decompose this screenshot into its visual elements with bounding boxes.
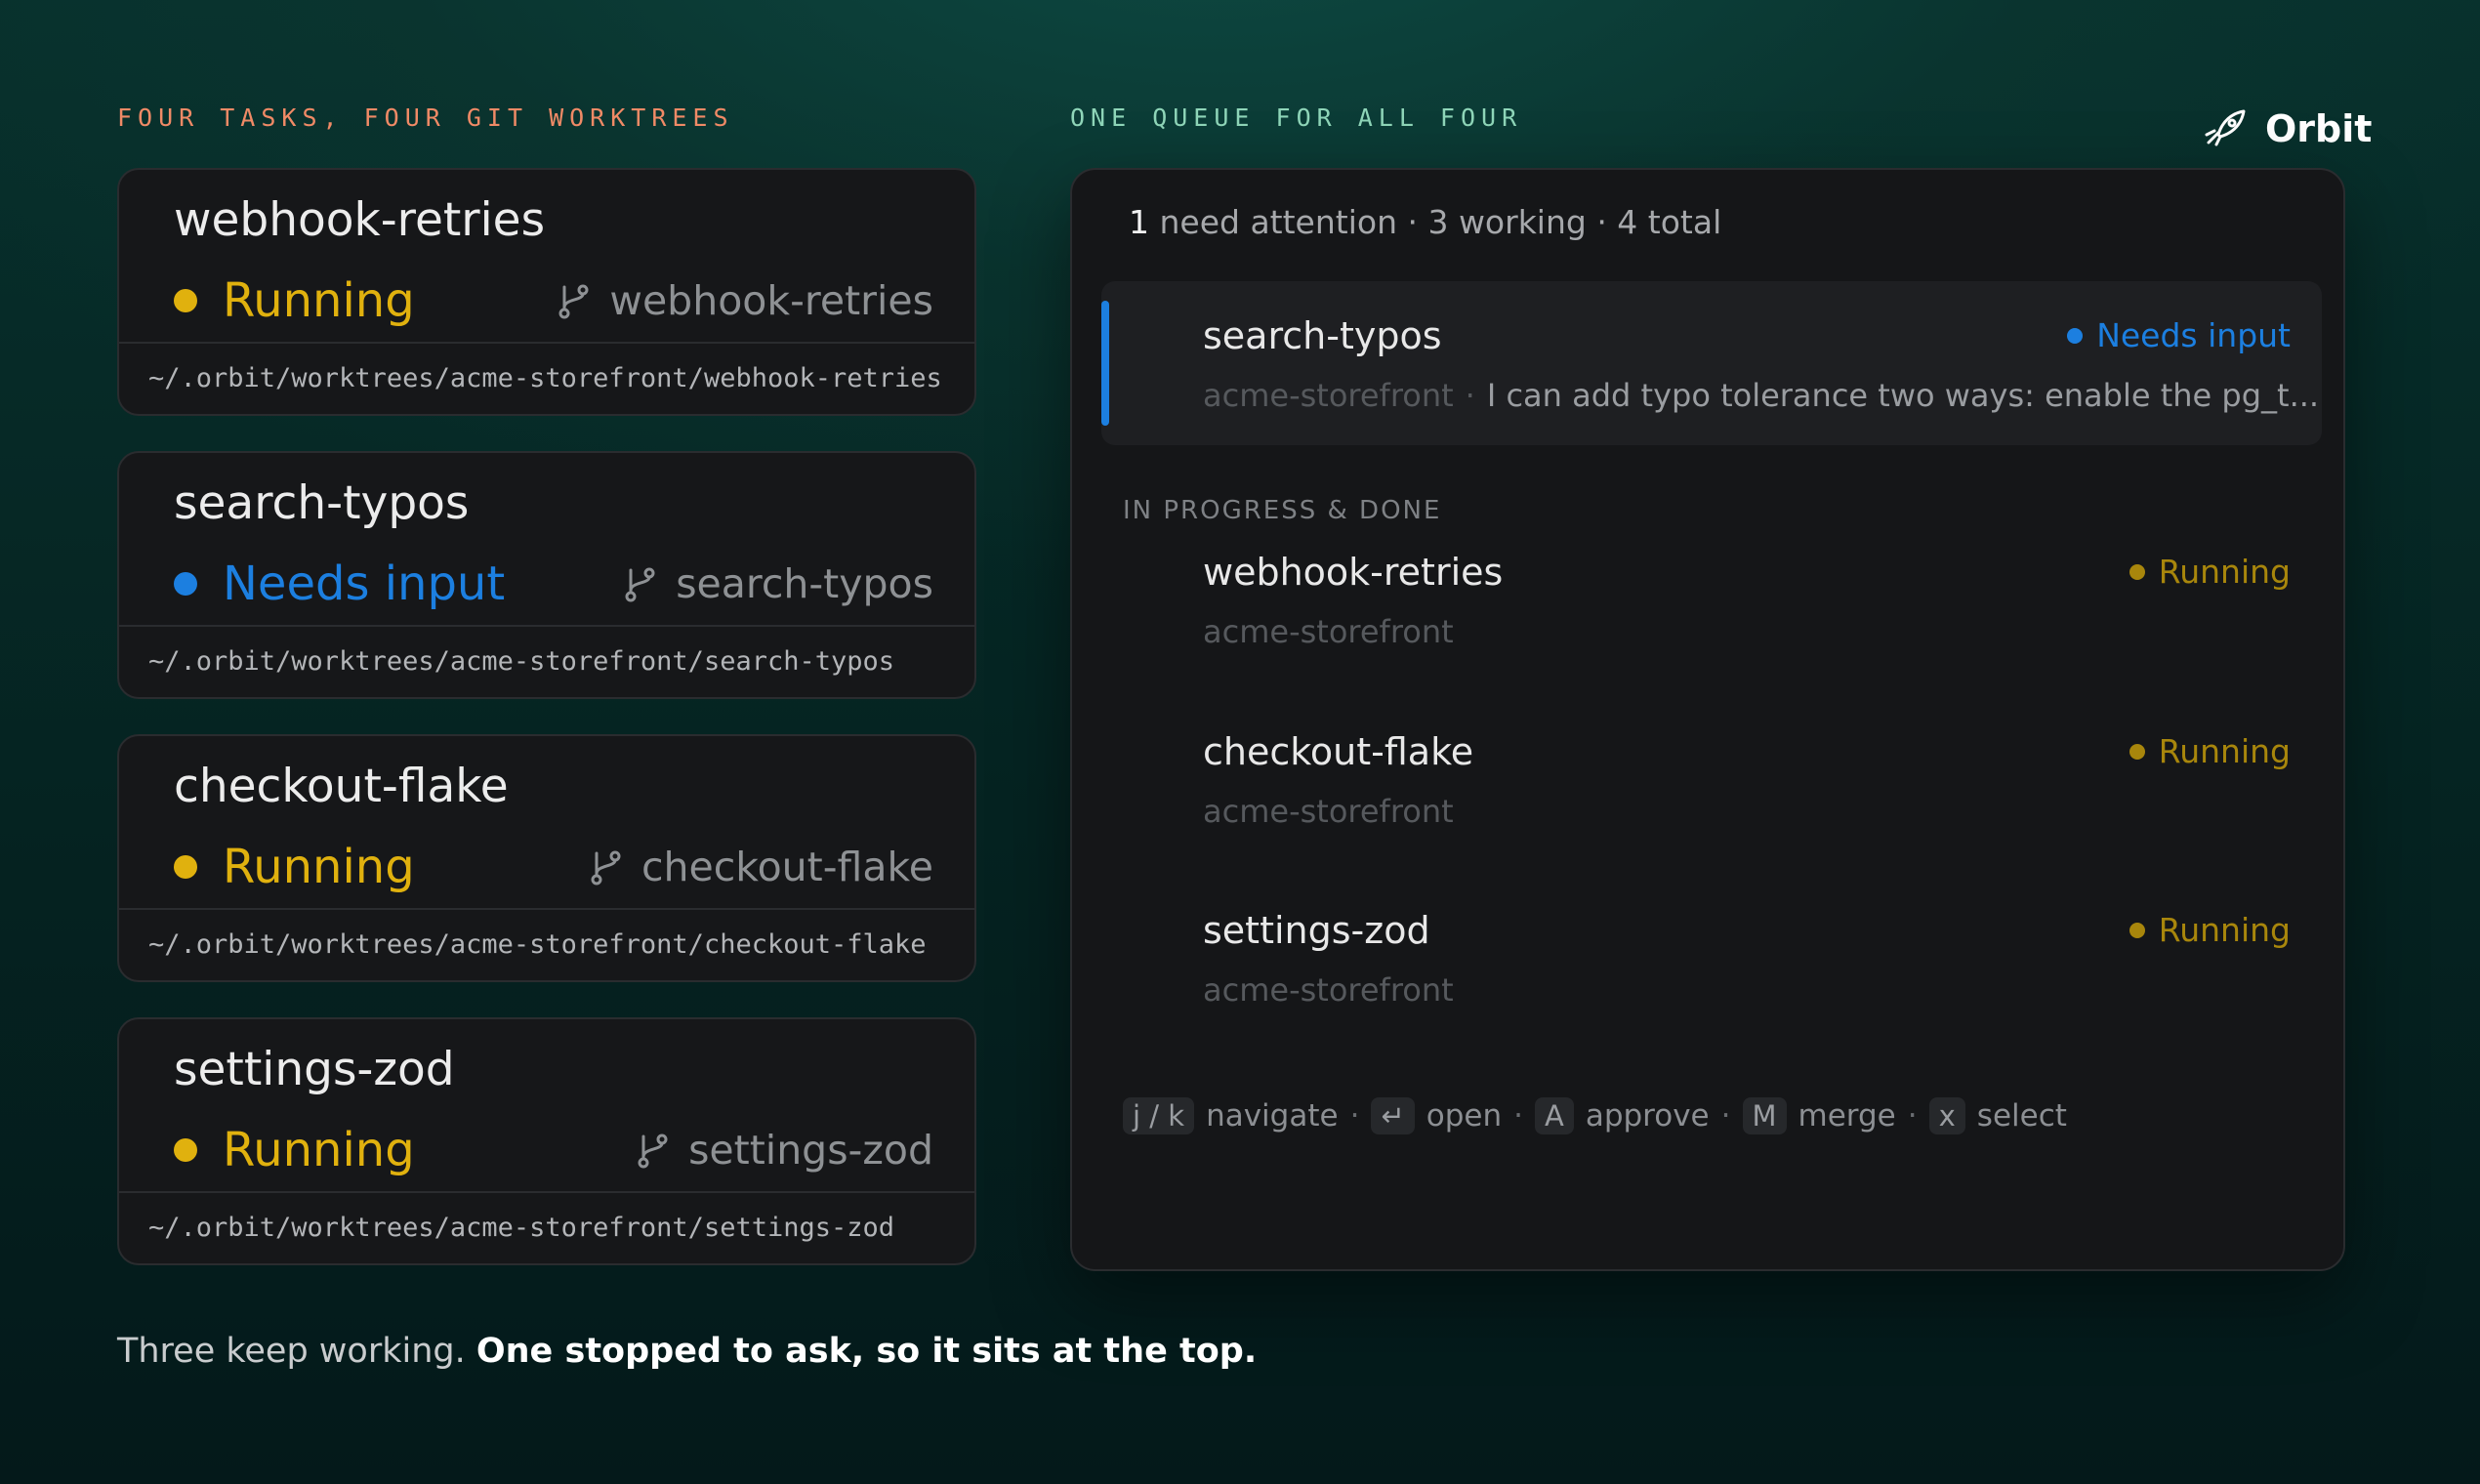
caption-plain: Three keep working.: [117, 1332, 476, 1371]
status-label: Running: [2158, 911, 2291, 949]
git-branch-icon: [591, 850, 621, 886]
status-label: Running: [2158, 553, 2291, 591]
worktree-branch: search-typos: [623, 560, 933, 607]
queue-item-subtitle: acme-storefront · I can add typo tolerance…: [1203, 377, 2319, 414]
worktree-branch: webhook-retries: [557, 277, 933, 324]
worktree-status: Needs input: [174, 556, 505, 611]
attention-count: 1: [1129, 203, 1149, 241]
worktree-title: checkout-flake: [174, 760, 509, 813]
status-dot: [174, 572, 197, 596]
worktree-card[interactable]: settings-zod Running settings-zod ~/.orb…: [117, 1017, 976, 1265]
status-dot: [2129, 922, 2145, 938]
status-label: Needs input: [2096, 316, 2291, 354]
key-navigate: j / k: [1123, 1097, 1195, 1134]
worktree-card[interactable]: checkout-flake Running checkout-flake ~/…: [117, 734, 976, 982]
queue-item-title: checkout-flake: [1203, 730, 1474, 773]
repo-name: acme-storefront: [1203, 377, 1454, 414]
queue-panel: 1 need attention · 3 working · 4 total s…: [1070, 168, 2345, 1271]
rocket-icon: [2205, 109, 2246, 146]
worktree-title: webhook-retries: [174, 193, 546, 247]
repo-name: acme-storefront: [1203, 793, 1454, 830]
git-branch-icon: [558, 284, 589, 319]
worktree-path: ~/.orbit/worktrees/acme-storefront/searc…: [119, 625, 974, 697]
hint-select: select: [1976, 1098, 2067, 1134]
progress-section-label: IN PROGRESS & DONE: [1123, 496, 1442, 525]
separator: ·: [1720, 1098, 1731, 1134]
status-label: Running: [223, 273, 415, 328]
queue-summary: 1 need attention · 3 working · 4 total: [1129, 203, 1721, 241]
worktree-branch: checkout-flake: [589, 844, 933, 890]
worktree-path: ~/.orbit/worktrees/acme-storefront/check…: [119, 908, 974, 980]
branch-name: search-typos: [676, 560, 933, 607]
key-select: x: [1928, 1097, 1965, 1134]
worktree-path: ~/.orbit/worktrees/acme-storefront/webho…: [119, 342, 974, 414]
queue-item[interactable]: webhook-retries Running acme-storefront: [1101, 551, 2322, 697]
separator: ·: [1465, 377, 1475, 414]
queue-item-status: Needs input: [2067, 316, 2291, 354]
worktree-title: settings-zod: [174, 1043, 455, 1096]
git-branch-icon: [638, 1134, 668, 1169]
separator: ·: [1907, 1098, 1918, 1134]
worktree-path: ~/.orbit/worktrees/acme-storefront/setti…: [119, 1191, 974, 1263]
status-dot: [2067, 327, 2084, 344]
worktree-card[interactable]: webhook-retries Running webhook-retries …: [117, 168, 976, 416]
queue-item-title: settings-zod: [1203, 909, 1430, 952]
queue-item[interactable]: checkout-flake Running acme-storefront: [1101, 730, 2322, 877]
status-dot: [174, 855, 197, 879]
status-dot: [2129, 563, 2145, 580]
keyboard-hints: j / k navigate · ↵ open · Aapprove · Mmerg…: [1123, 1097, 2067, 1134]
worktree-title: search-typos: [174, 476, 470, 530]
separator: ·: [1349, 1098, 1360, 1134]
worktrees-section-label: FOUR TASKS, FOUR GIT WORKTREES: [117, 103, 734, 132]
worktree-card[interactable]: search-typos Needs input search-typos ~/…: [117, 451, 976, 699]
worktree-branch: settings-zod: [636, 1127, 933, 1174]
hint-navigate: navigate: [1206, 1098, 1339, 1134]
attention-row[interactable]: search-typos Needs input acme-storefront…: [1101, 281, 2322, 445]
git-branch-icon: [625, 567, 655, 602]
status-label: Needs input: [223, 556, 506, 611]
key-open: ↵: [1371, 1097, 1415, 1134]
worktree-status: Running: [174, 1123, 415, 1177]
brand-logo: Orbit: [2201, 105, 2372, 152]
status-dot: [2129, 743, 2145, 760]
status-dot: [174, 1138, 197, 1162]
queue-item-status: Running: [2129, 732, 2291, 770]
repo-name: acme-storefront: [1203, 613, 1454, 650]
branch-name: settings-zod: [688, 1127, 933, 1174]
worktree-list: webhook-retries Running webhook-retries …: [117, 168, 976, 1300]
hint-open: open: [1426, 1098, 1503, 1134]
separator: ·: [1513, 1098, 1523, 1134]
summary-text: need attention · 3 working · 4 total: [1159, 203, 1722, 241]
worktree-status: Running: [174, 273, 415, 328]
branch-name: checkout-flake: [641, 844, 933, 890]
status-dot: [174, 289, 197, 312]
branch-name: webhook-retries: [609, 277, 933, 324]
caption-bold: One stopped to ask, so it sits at the to…: [475, 1332, 1258, 1371]
queue-item-status: Running: [2129, 553, 2291, 591]
key-merge: M: [1742, 1097, 1787, 1134]
key-approve: A: [1534, 1097, 1574, 1134]
queue-item-title: search-typos: [1203, 314, 1442, 357]
repo-name: acme-storefront: [1203, 971, 1454, 1009]
brand-name: Orbit: [2265, 107, 2373, 150]
status-label: Running: [223, 1123, 415, 1177]
queue-item-status: Running: [2129, 911, 2291, 949]
agent-message: I can add typo tolerance two ways: enabl…: [1486, 377, 2320, 414]
status-label: Running: [223, 840, 415, 894]
selection-indicator: [1101, 301, 1109, 426]
hint-approve: approve: [1585, 1098, 1710, 1134]
status-label: Running: [2158, 732, 2291, 770]
worktree-status: Running: [174, 840, 415, 894]
queue-item[interactable]: settings-zod Running acme-storefront: [1101, 909, 2322, 1055]
queue-section-label: ONE QUEUE FOR ALL FOUR: [1070, 103, 1523, 132]
hint-merge: merge: [1798, 1098, 1896, 1134]
caption: Three keep working. One stopped to ask, …: [117, 1332, 1257, 1371]
queue-item-title: webhook-retries: [1203, 551, 1504, 594]
